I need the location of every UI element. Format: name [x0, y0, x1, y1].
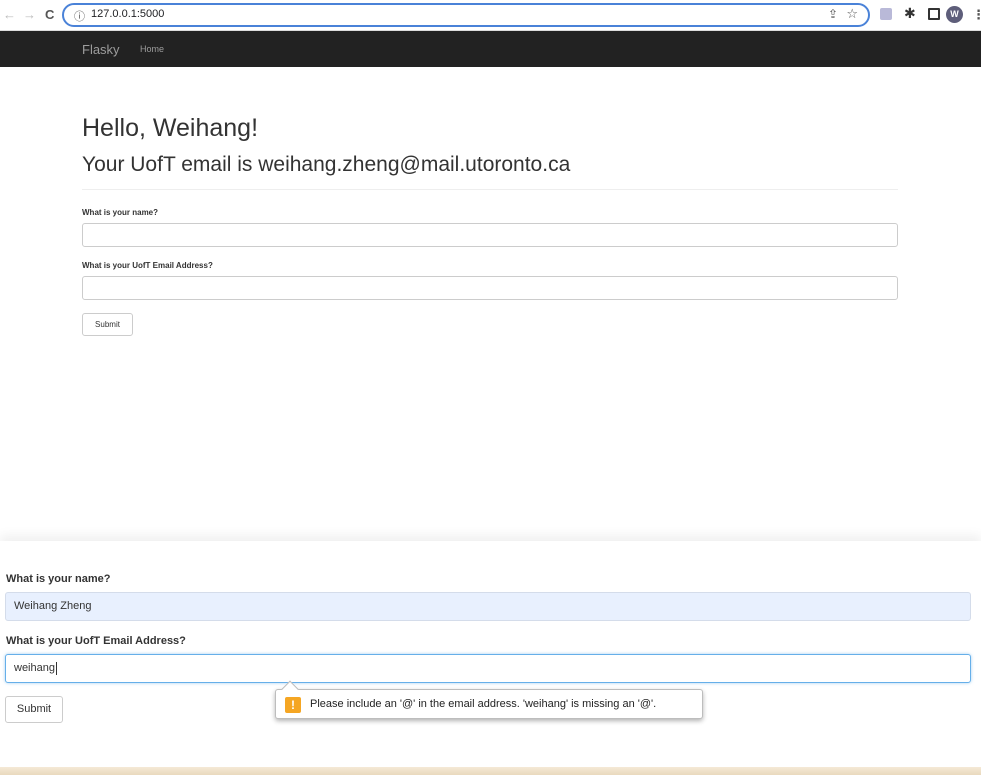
tooltip-arrow	[281, 680, 299, 698]
bookmark-star-icon[interactable]: ☆	[846, 6, 858, 22]
profile-avatar[interactable]: W	[946, 6, 963, 23]
zoomed-name-input[interactable]: Weihang Zheng	[5, 592, 971, 621]
address-url[interactable]: 127.0.0.1:5000	[91, 8, 164, 20]
validation-message: Please include an '@' in the email addre…	[310, 698, 657, 710]
warning-icon: !	[285, 697, 301, 713]
side-panel-icon[interactable]	[928, 8, 940, 20]
email-input[interactable]	[82, 276, 898, 300]
validation-tooltip: ! Please include an '@' in the email add…	[275, 680, 703, 719]
extension-icon[interactable]	[880, 8, 892, 20]
kebab-menu-icon[interactable]: ⋮	[972, 7, 981, 23]
window-bottom-edge	[0, 767, 981, 775]
address-bar[interactable]: ⓘ 127.0.0.1:5000 ⇪ ☆	[62, 3, 870, 27]
browser-toolbar: ← → C ⓘ 127.0.0.1:5000 ⇪ ☆ ✱ W ⋮	[0, 0, 981, 31]
reload-icon[interactable]: C	[45, 7, 54, 23]
email-heading: Your UofT email is weihang.zheng@mail.ut…	[82, 153, 571, 176]
email-label: What is your UofT Email Address?	[82, 261, 213, 270]
puzzle-extensions-icon[interactable]: ✱	[904, 5, 916, 22]
zoomed-name-value: Weihang Zheng	[14, 600, 92, 612]
zoomed-submit-button[interactable]: Submit	[5, 696, 63, 723]
text-caret	[55, 661, 57, 675]
navbar: Flasky Home	[0, 31, 981, 67]
share-icon[interactable]: ⇪	[828, 7, 838, 21]
navbar-brand[interactable]: Flasky	[82, 42, 120, 57]
forward-icon[interactable]: →	[23, 7, 36, 23]
submit-button[interactable]: Submit	[82, 313, 133, 336]
zoomed-email-label: What is your UofT Email Address?	[6, 635, 186, 647]
name-input[interactable]	[82, 223, 898, 247]
name-label: What is your name?	[82, 208, 159, 217]
zoomed-email-value: weihang	[14, 662, 55, 674]
back-icon[interactable]: ←	[3, 7, 16, 23]
divider	[82, 189, 898, 190]
zoomed-name-label: What is your name?	[6, 573, 111, 585]
nav-link-home[interactable]: Home	[140, 44, 164, 54]
zoomed-form-panel: What is your name? Weihang Zheng What is…	[0, 541, 981, 767]
zoomed-email-input[interactable]: weihang	[5, 654, 971, 683]
site-info-icon[interactable]: ⓘ	[74, 8, 85, 24]
page-title: Hello, Weihang!	[82, 114, 259, 142]
